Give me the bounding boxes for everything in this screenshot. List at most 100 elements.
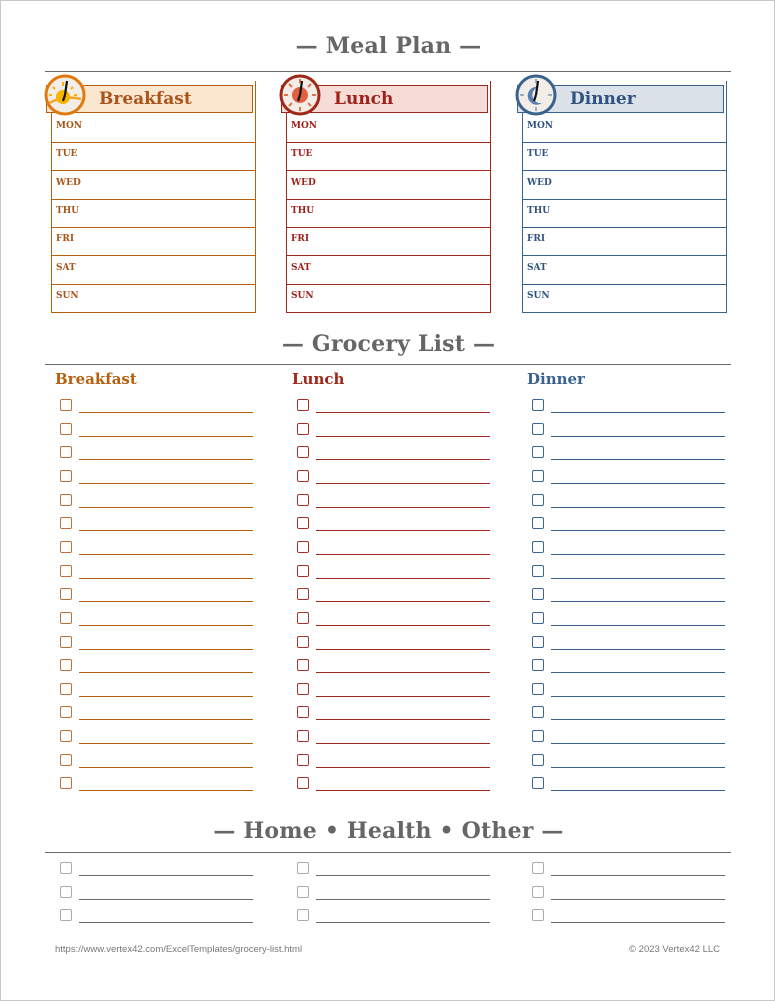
checkbox[interactable] xyxy=(532,862,544,874)
checkbox[interactable] xyxy=(60,469,72,482)
item-entry-line[interactable] xyxy=(551,898,725,900)
day-row-tue[interactable]: TUE xyxy=(286,143,491,172)
item-entry-line[interactable] xyxy=(316,601,490,603)
item-entry-line[interactable] xyxy=(551,506,725,508)
checkbox[interactable] xyxy=(297,399,309,411)
checkbox[interactable] xyxy=(532,469,544,482)
checkbox[interactable] xyxy=(297,682,309,695)
checkbox[interactable] xyxy=(297,862,309,874)
day-row-thu[interactable]: THU xyxy=(51,200,256,228)
item-entry-line[interactable] xyxy=(551,922,725,924)
day-row-wed[interactable]: WED xyxy=(522,172,727,200)
item-entry-line[interactable] xyxy=(79,695,253,697)
item-entry-line[interactable] xyxy=(79,412,253,413)
item-entry-line[interactable] xyxy=(551,435,725,437)
item-entry-line[interactable] xyxy=(79,601,253,603)
checkbox[interactable] xyxy=(60,493,72,506)
day-row-sat[interactable]: SAT xyxy=(286,257,491,285)
checkbox[interactable] xyxy=(60,909,72,922)
item-entry-line[interactable] xyxy=(316,695,490,697)
item-entry-line[interactable] xyxy=(551,601,725,603)
checkbox[interactable] xyxy=(532,564,544,577)
checkbox[interactable] xyxy=(60,399,72,411)
checkbox[interactable] xyxy=(532,422,544,435)
item-entry-line[interactable] xyxy=(551,695,725,697)
item-entry-line[interactable] xyxy=(79,743,253,745)
item-entry-line[interactable] xyxy=(316,412,490,413)
item-entry-line[interactable] xyxy=(316,648,490,650)
checkbox[interactable] xyxy=(60,862,72,874)
item-entry-line[interactable] xyxy=(316,898,490,900)
day-row-fri[interactable]: FRI xyxy=(51,228,256,257)
checkbox[interactable] xyxy=(297,469,309,482)
checkbox[interactable] xyxy=(532,399,544,411)
checkbox[interactable] xyxy=(297,540,309,553)
day-row-wed[interactable]: WED xyxy=(51,172,256,200)
item-entry-line[interactable] xyxy=(79,435,253,437)
checkbox[interactable] xyxy=(297,706,309,719)
item-entry-line[interactable] xyxy=(79,672,253,674)
checkbox[interactable] xyxy=(532,540,544,553)
item-entry-line[interactable] xyxy=(316,922,490,924)
item-entry-line[interactable] xyxy=(79,648,253,650)
checkbox[interactable] xyxy=(60,659,72,672)
item-entry-line[interactable] xyxy=(79,553,253,555)
checkbox[interactable] xyxy=(297,753,309,766)
day-row-thu[interactable]: THU xyxy=(286,200,491,228)
checkbox[interactable] xyxy=(297,493,309,506)
checkbox[interactable] xyxy=(297,635,309,648)
day-row-mon[interactable]: MON xyxy=(51,115,256,143)
checkbox[interactable] xyxy=(532,493,544,506)
day-row-mon[interactable]: MON xyxy=(522,115,727,143)
checkbox[interactable] xyxy=(532,659,544,672)
item-entry-line[interactable] xyxy=(316,577,490,579)
checkbox[interactable] xyxy=(297,659,309,672)
item-entry-line[interactable] xyxy=(551,648,725,650)
item-entry-line[interactable] xyxy=(551,412,725,413)
item-entry-line[interactable] xyxy=(79,719,253,721)
checkbox[interactable] xyxy=(532,730,544,743)
checkbox[interactable] xyxy=(60,777,72,790)
item-entry-line[interactable] xyxy=(316,459,490,461)
checkbox[interactable] xyxy=(60,422,72,435)
item-entry-line[interactable] xyxy=(316,506,490,508)
item-entry-line[interactable] xyxy=(79,922,253,924)
item-entry-line[interactable] xyxy=(316,672,490,674)
item-entry-line[interactable] xyxy=(551,743,725,745)
checkbox[interactable] xyxy=(60,588,72,601)
checkbox[interactable] xyxy=(532,635,544,648)
day-row-tue[interactable]: TUE xyxy=(51,143,256,172)
item-entry-line[interactable] xyxy=(316,790,490,792)
checkbox[interactable] xyxy=(297,730,309,743)
item-entry-line[interactable] xyxy=(551,875,725,876)
item-entry-line[interactable] xyxy=(551,624,725,626)
checkbox[interactable] xyxy=(60,885,72,898)
item-entry-line[interactable] xyxy=(79,482,253,484)
item-entry-line[interactable] xyxy=(551,766,725,768)
checkbox[interactable] xyxy=(532,682,544,695)
footer-url[interactable]: https://www.vertex42.com/ExcelTemplates/… xyxy=(55,944,302,955)
checkbox[interactable] xyxy=(532,706,544,719)
item-entry-line[interactable] xyxy=(79,459,253,461)
checkbox[interactable] xyxy=(60,682,72,695)
item-entry-line[interactable] xyxy=(316,435,490,437)
item-entry-line[interactable] xyxy=(551,482,725,484)
item-entry-line[interactable] xyxy=(551,790,725,792)
checkbox[interactable] xyxy=(297,446,309,459)
item-entry-line[interactable] xyxy=(316,553,490,555)
item-entry-line[interactable] xyxy=(551,530,725,532)
day-row-tue[interactable]: TUE xyxy=(522,143,727,172)
checkbox[interactable] xyxy=(532,611,544,624)
item-entry-line[interactable] xyxy=(79,898,253,900)
checkbox[interactable] xyxy=(532,885,544,898)
day-row-sat[interactable]: SAT xyxy=(51,257,256,285)
day-row-sun[interactable]: SUN xyxy=(522,285,727,313)
checkbox[interactable] xyxy=(532,777,544,790)
day-row-sun[interactable]: SUN xyxy=(286,285,491,313)
checkbox[interactable] xyxy=(297,611,309,624)
checkbox[interactable] xyxy=(60,753,72,766)
checkbox[interactable] xyxy=(297,564,309,577)
checkbox[interactable] xyxy=(532,446,544,459)
checkbox[interactable] xyxy=(532,753,544,766)
checkbox[interactable] xyxy=(297,777,309,790)
